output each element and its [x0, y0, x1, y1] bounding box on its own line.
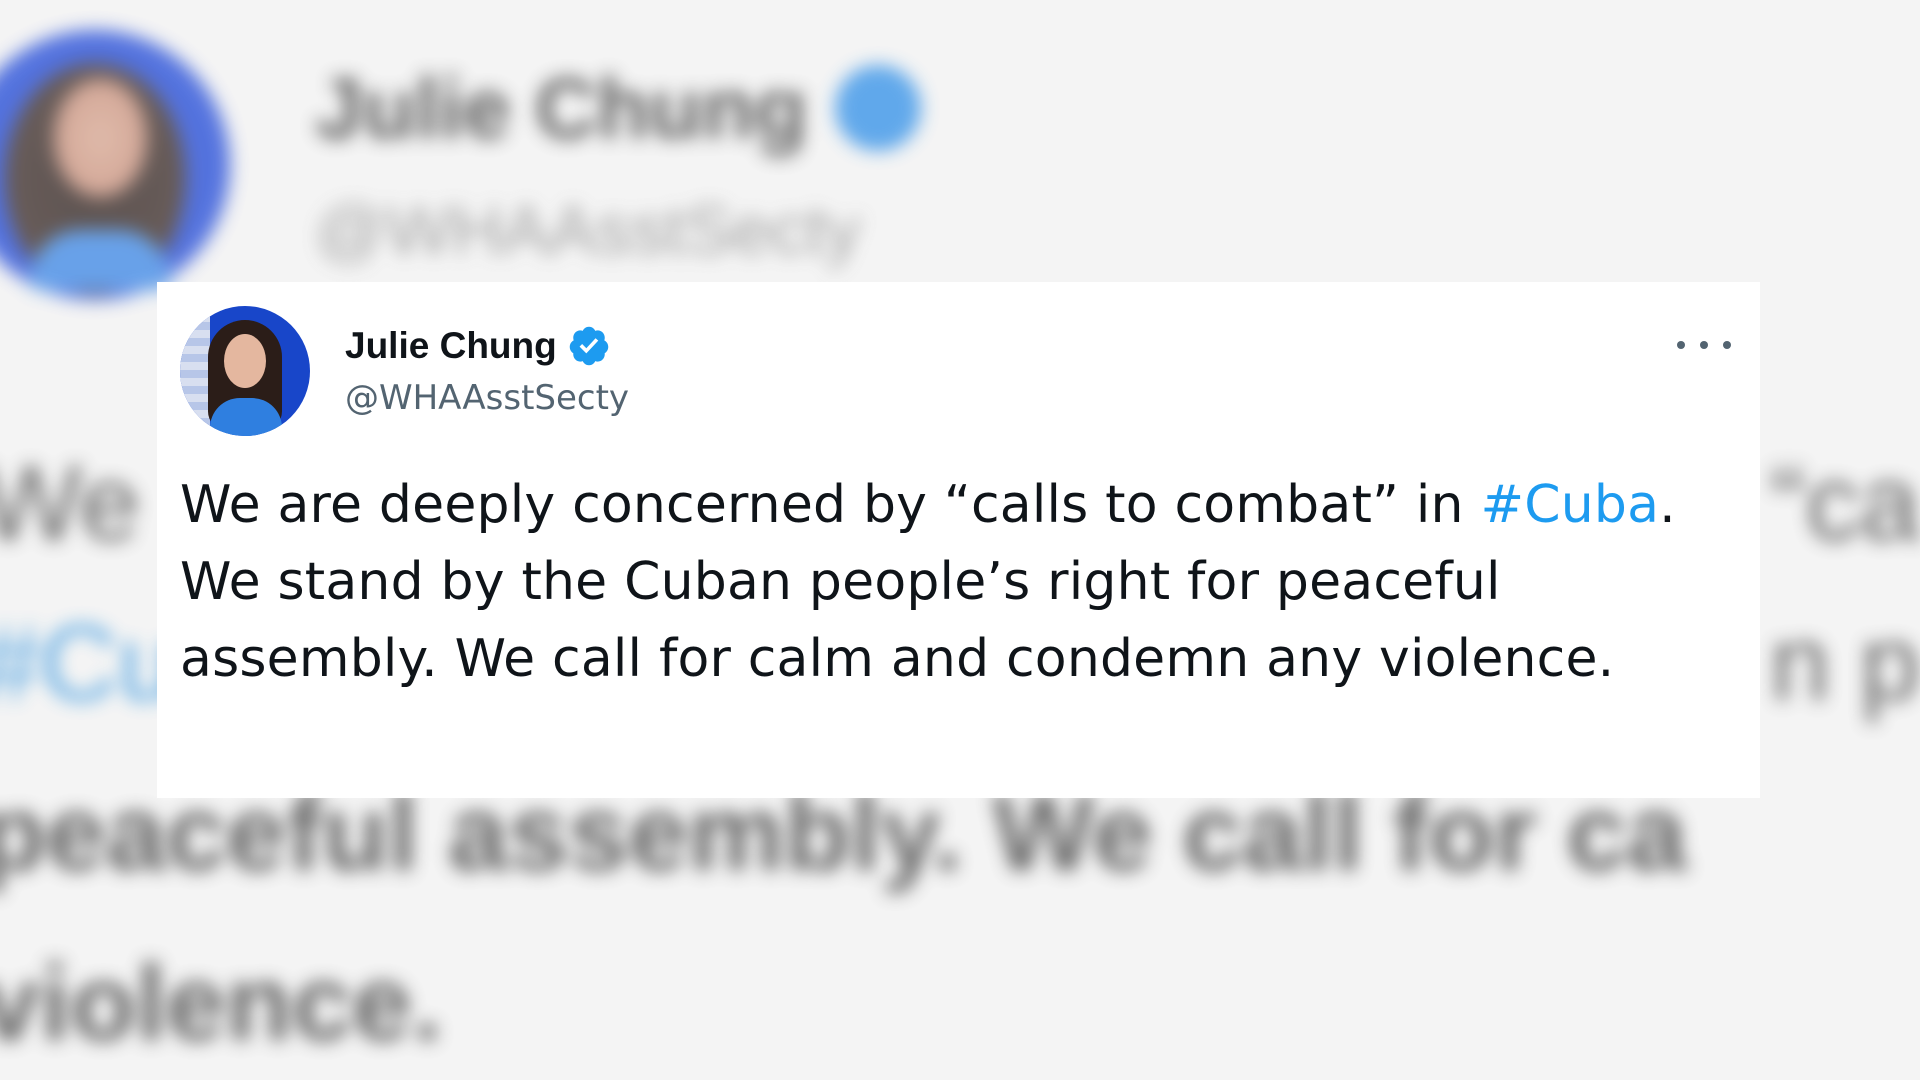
- more-options-icon: [1700, 341, 1708, 349]
- author-name[interactable]: Julie Chung: [345, 325, 557, 367]
- avatar-face: [224, 334, 266, 388]
- more-options-icon: [1677, 341, 1685, 349]
- author-handle[interactable]: @WHAAsstSecty: [345, 378, 629, 418]
- hashtag-link[interactable]: #Cuba: [1480, 475, 1659, 535]
- more-options-icon: [1723, 341, 1731, 349]
- background-verified-icon: [835, 65, 921, 151]
- background-text-line-2: #Cu: [0, 602, 179, 723]
- background-handle: @WHAAsstSecty: [315, 191, 861, 269]
- background-text-right-2: n p: [1770, 602, 1920, 723]
- avatar-flag: [180, 306, 210, 436]
- background-author-name: Julie Chung: [315, 61, 808, 157]
- tweet-text-part-1: We are deeply concerned by “calls to com…: [180, 475, 1481, 535]
- video-frame: Julie Chung @WHAAsstSecty We #Cu peacefu…: [0, 0, 1920, 1080]
- author-row: Julie Chung: [345, 324, 611, 368]
- background-avatar: [0, 30, 230, 300]
- avatar[interactable]: [180, 306, 310, 436]
- tweet-text: We are deeply concerned by “calls to com…: [180, 467, 1740, 698]
- verified-badge-icon: [569, 326, 608, 366]
- background-text-right-1: “ca: [1770, 442, 1920, 563]
- more-options-button[interactable]: [1677, 330, 1731, 360]
- background-text-line-1: We: [0, 442, 141, 563]
- background-text-line-4: violence.: [0, 942, 443, 1063]
- tweet-card: Julie Chung @WHAAsstSecty We are deeply …: [157, 282, 1760, 798]
